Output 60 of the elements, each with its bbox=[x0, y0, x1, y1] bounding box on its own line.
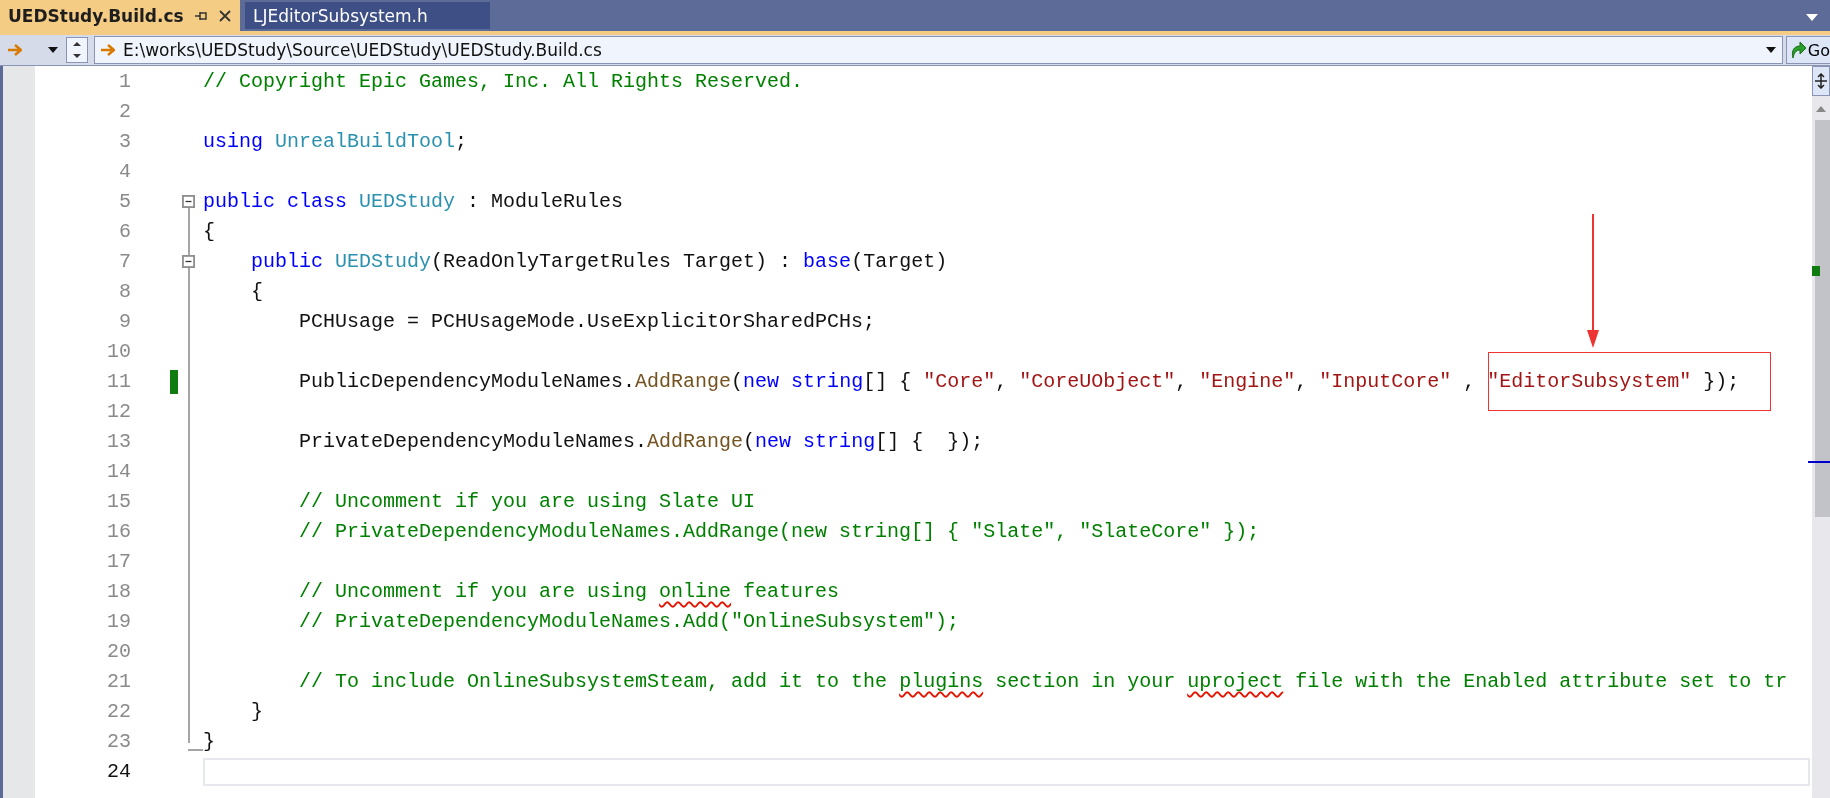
line-number: 18 bbox=[106, 579, 131, 605]
change-map-marker bbox=[1812, 266, 1820, 276]
dropdown-icon[interactable] bbox=[48, 47, 58, 53]
line-number: 23 bbox=[106, 729, 131, 755]
code-line: using UnrealBuildTool; bbox=[203, 129, 468, 155]
code-line: // PrivateDependencyModuleNames.Add("OnlineSubsystem"); bbox=[298, 609, 960, 635]
path-field[interactable]: E:\works\UEDStudy\Source\UEDStudy\UEDStudy.Build.cs bbox=[94, 36, 1783, 64]
line-number: 22 bbox=[106, 699, 131, 725]
code-line: PrivateDependencyModuleNames.AddRange(new string[] { }); bbox=[298, 429, 984, 455]
code-line: PCHUsage = PCHUsageMode.UseExplicitOrSharedPCHs; bbox=[298, 309, 876, 335]
line-number: 19 bbox=[106, 609, 131, 635]
code-line: // Uncomment if you are using online features bbox=[298, 579, 840, 605]
caret-position-marker bbox=[1808, 461, 1830, 463]
code-line: // Copyright Epic Games, Inc. All Rights Reserved. bbox=[203, 69, 804, 95]
arrow-icon bbox=[101, 43, 115, 57]
line-number: 12 bbox=[106, 399, 131, 425]
go-arrow-icon bbox=[1789, 41, 1806, 59]
line-number: 9 bbox=[118, 309, 131, 335]
code-line: } bbox=[203, 729, 215, 755]
code-line: { bbox=[203, 219, 215, 245]
line-number: 15 bbox=[106, 489, 131, 515]
code-line: } bbox=[250, 699, 264, 725]
line-number: 21 bbox=[106, 669, 131, 695]
code-line: // To include OnlineSubsystemSteam, add it to the plugins section in your uproject file with the Enabled attribute set to tr bbox=[298, 669, 1788, 695]
line-number: 17 bbox=[106, 549, 131, 575]
close-icon[interactable] bbox=[218, 8, 232, 23]
code-line: { bbox=[250, 279, 264, 305]
spin-button[interactable] bbox=[66, 37, 88, 63]
line-number: 20 bbox=[106, 639, 131, 665]
code-line: public UEDStudy(ReadOnlyTargetRules Target) : base(Target) bbox=[250, 249, 948, 275]
go-button[interactable]: Go bbox=[1785, 36, 1830, 64]
scroll-thumb[interactable] bbox=[1815, 120, 1830, 517]
line-number: 8 bbox=[118, 279, 131, 305]
line-number: 2 bbox=[118, 99, 131, 125]
editor-tab[interactable]: LJEditorSubsystem.h bbox=[245, 2, 490, 29]
code-line: // PrivateDependencyModuleNames.AddRange(new string[] { "Slate", "SlateCore" }); bbox=[298, 519, 1260, 545]
scroll-up-icon[interactable] bbox=[1816, 106, 1826, 112]
editor-tab[interactable]: UEDStudy.Build.cs bbox=[0, 0, 240, 31]
line-number: 10 bbox=[106, 339, 131, 365]
split-icon bbox=[1814, 73, 1828, 89]
splitter-button[interactable] bbox=[1812, 66, 1830, 96]
code-line: PublicDependencyModuleNames.AddRange(new string[] { "Core", "CoreUObject", "Engine", "InputCore" , "EditorSubsystem" }); bbox=[298, 369, 1740, 395]
code-line: public class UEDStudy : ModuleRules bbox=[203, 189, 624, 215]
code-line: // Uncomment if you are using Slate UI bbox=[298, 489, 756, 515]
collapse-icon[interactable] bbox=[182, 255, 195, 268]
line-number: 1 bbox=[118, 69, 131, 95]
line-number: 7 bbox=[118, 249, 131, 275]
down-icon bbox=[73, 54, 81, 58]
collapse-icon[interactable] bbox=[182, 195, 195, 208]
line-number: 6 bbox=[118, 219, 131, 245]
line-number: 3 bbox=[118, 129, 131, 155]
line-number: 4 bbox=[118, 159, 131, 185]
line-number: 5 bbox=[118, 189, 131, 215]
up-icon bbox=[73, 42, 81, 46]
dropdown-icon[interactable] bbox=[1765, 47, 1776, 53]
line-number: 11 bbox=[106, 369, 131, 395]
line-number: 24 bbox=[106, 759, 131, 785]
line-number: 16 bbox=[106, 519, 131, 545]
line-number: 13 bbox=[106, 429, 131, 455]
line-number: 14 bbox=[106, 459, 131, 485]
